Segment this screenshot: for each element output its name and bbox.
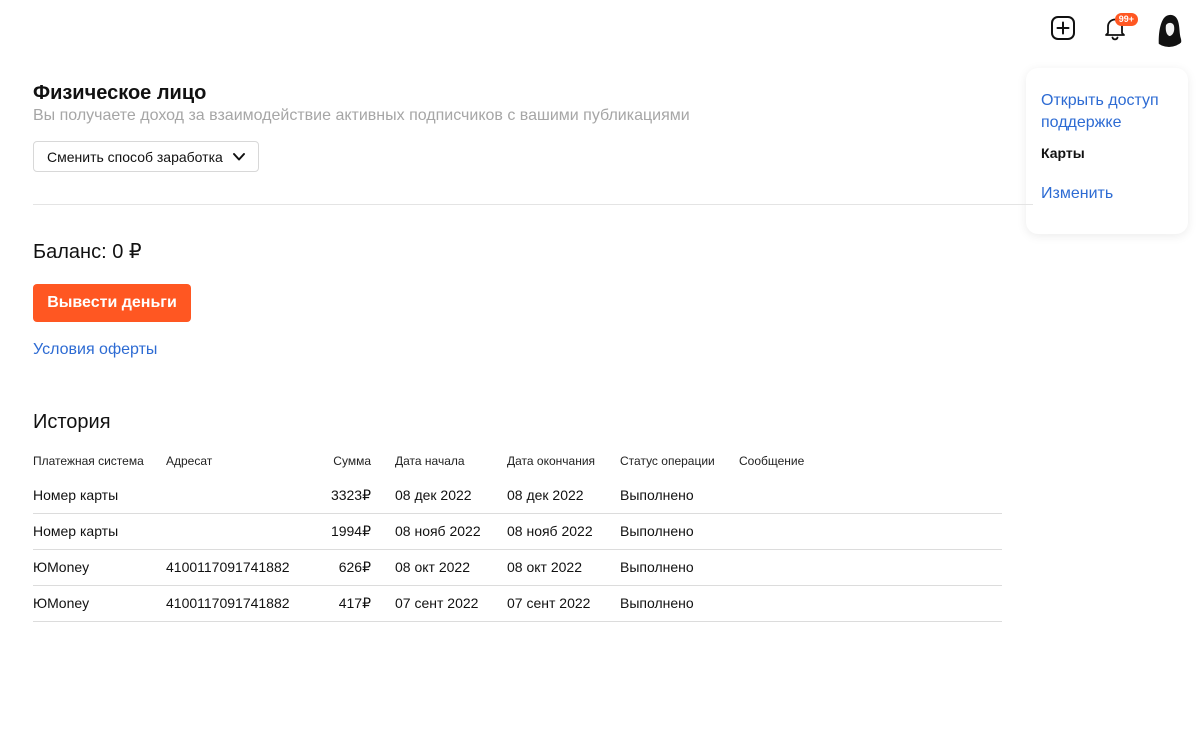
cell-status: Выполнено — [620, 487, 694, 503]
withdraw-money-button[interactable]: Вывести деньги — [33, 284, 191, 322]
notifications-badge: 99+ — [1114, 13, 1138, 26]
cell-amount: 3323₽ — [330, 487, 371, 503]
page-subtitle: Вы получаете доход за взаимодействие акт… — [33, 107, 690, 124]
side-panel: Открыть доступ поддержке Карты Изменить — [1026, 68, 1188, 234]
create-post-button[interactable] — [1046, 11, 1080, 45]
table-header-row: Платежная система Адресат Сумма Дата нач… — [33, 444, 1002, 478]
open-support-access-link[interactable]: Открыть доступ поддержке — [1041, 90, 1181, 134]
history-table: Платежная система Адресат Сумма Дата нач… — [33, 444, 1002, 622]
cell-recipient: 4100117091741882 — [166, 595, 290, 611]
cell-system: ЮMoney — [33, 595, 90, 611]
avatar[interactable] — [1150, 9, 1188, 47]
cell-system: Номер карты — [33, 487, 119, 503]
table-row: Номер карты 3323₽ 08 дек 2022 08 дек 202… — [33, 478, 1002, 514]
change-earning-mode-dropdown[interactable]: Сменить способ заработка — [33, 141, 259, 172]
cell-start-date: 07 сент 2022 — [395, 595, 479, 611]
history-title: История — [33, 411, 111, 433]
column-header-status: Статус операции — [620, 454, 715, 468]
cell-system: ЮMoney — [33, 559, 90, 575]
table-row: ЮMoney 4100117091741882 626₽ 08 окт 2022… — [33, 550, 1002, 586]
top-bar-actions: 99+ — [1046, 6, 1188, 50]
cell-end-date: 08 нояб 2022 — [507, 523, 593, 539]
balance-label: Баланс: 0 ₽ — [33, 241, 142, 263]
column-header-recipient: Адресат — [166, 454, 213, 468]
cell-start-date: 08 дек 2022 — [395, 487, 472, 503]
column-header-amount: Сумма — [333, 454, 371, 468]
cell-amount: 417₽ — [338, 595, 371, 611]
cell-amount: 626₽ — [338, 559, 371, 575]
cell-end-date: 07 сент 2022 — [507, 595, 591, 611]
page-title: Физическое лицо — [33, 82, 207, 104]
table-row: Номер карты 1994₽ 08 нояб 2022 08 нояб 2… — [33, 514, 1002, 550]
column-header-start-date: Дата начала — [395, 454, 465, 468]
column-header-message: Сообщение — [739, 454, 805, 468]
chevron-down-icon — [233, 153, 245, 161]
column-header-end-date: Дата окончания — [507, 454, 596, 468]
change-card-link[interactable]: Изменить — [1041, 183, 1113, 205]
cards-label: Карты — [1041, 145, 1085, 161]
table-row: ЮMoney 4100117091741882 417₽ 07 сент 202… — [33, 586, 1002, 622]
cell-start-date: 08 нояб 2022 — [395, 523, 481, 539]
cell-system: Номер карты — [33, 523, 119, 539]
offer-terms-link[interactable]: Условия оферты — [33, 341, 157, 359]
column-header-system: Платежная система — [33, 454, 144, 468]
cell-amount: 1994₽ — [330, 523, 371, 539]
change-earning-mode-label: Сменить способ заработка — [47, 148, 223, 165]
cell-end-date: 08 дек 2022 — [507, 487, 584, 503]
avatar-image — [1150, 9, 1188, 47]
section-divider — [33, 204, 1033, 205]
cell-status: Выполнено — [620, 595, 694, 611]
cell-status: Выполнено — [620, 559, 694, 575]
plus-square-icon — [1051, 16, 1075, 40]
cell-start-date: 08 окт 2022 — [395, 559, 470, 575]
cell-end-date: 08 окт 2022 — [507, 559, 582, 575]
cell-recipient: 4100117091741882 — [166, 559, 290, 575]
notifications-button[interactable]: 99+ — [1098, 11, 1138, 45]
cell-status: Выполнено — [620, 523, 694, 539]
